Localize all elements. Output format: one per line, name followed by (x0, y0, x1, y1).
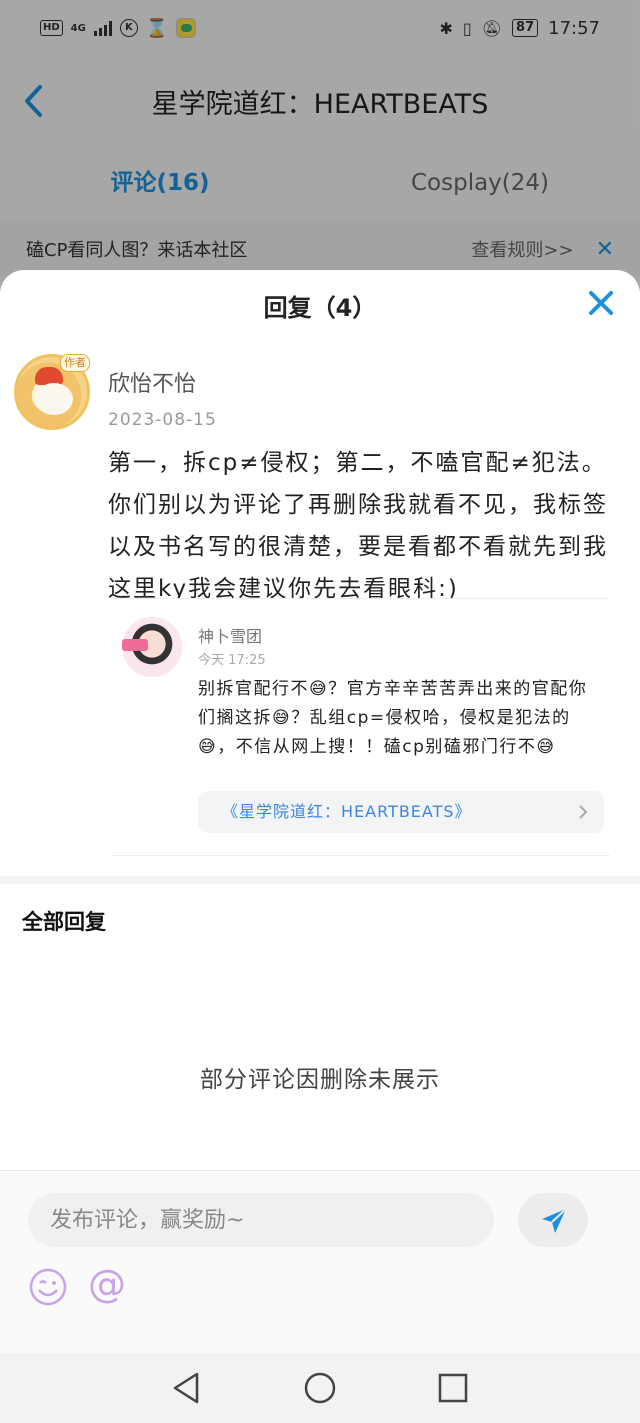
close-icon[interactable] (586, 288, 616, 318)
reply-sheet: 回复（4） 作者 欣怡不怡 2023-08-15 第一，拆cp≠侵权；第二，不嗑… (0, 270, 640, 1353)
back-triangle-icon[interactable] (167, 1368, 207, 1408)
deleted-replies-note: 部分评论因删除未展示 (200, 1067, 440, 1093)
send-button[interactable] (518, 1193, 588, 1247)
author-badge: 作者 (60, 354, 90, 372)
comment-input[interactable] (28, 1193, 494, 1247)
send-icon (542, 1208, 567, 1233)
all-replies-title: 全部回复 (22, 910, 106, 934)
comment-date: 2023-08-15 (108, 410, 217, 430)
quoted-avatar[interactable] (122, 617, 182, 677)
quoted-body: 别拆官配行不😅？官方辛辛苦苦弄出来的官配你们搁这拆😅？乱组cp=侵权哈，侵权是犯… (198, 679, 588, 757)
mention-at-icon[interactable]: @ (86, 1261, 128, 1307)
comment-user-name[interactable]: 欣怡不怡 (108, 366, 196, 398)
section-divider (0, 876, 640, 884)
sheet-title: 回复（4） (263, 294, 377, 322)
system-nav-bar (0, 1353, 640, 1423)
recents-square-icon[interactable] (433, 1368, 473, 1408)
quoted-time: 今天 17:25 (198, 653, 266, 668)
book-link-label: 《星学院道红：HEARTBEATS》 (222, 802, 472, 821)
quoted-user-name[interactable]: 神卜雪团 (198, 623, 262, 647)
chevron-right-icon (579, 805, 588, 819)
comment-input-area: @ (0, 1170, 640, 1353)
home-circle-icon[interactable] (300, 1368, 340, 1408)
comment-body: 第一，拆cp≠侵权；第二，不嗑官配≠犯法。你们别以为评论了再删除我就看不见，我标… (108, 450, 608, 602)
book-link[interactable]: 《星学院道红：HEARTBEATS》 (198, 791, 604, 833)
background-page: HD 4G K ⌛ ✱ ▯ 🔕︎ 87 17:57 星学院道红：HEARTBEA… (0, 0, 640, 300)
sheet-header: 回复（4） (0, 270, 640, 340)
quoted-comment-card: 神卜雪团 今天 17:25 别拆官配行不😅？官方辛辛苦苦弄出来的官配你们搁这拆😅… (112, 598, 610, 856)
emoji-icon[interactable] (28, 1267, 68, 1307)
modal-overlay[interactable] (0, 0, 640, 300)
